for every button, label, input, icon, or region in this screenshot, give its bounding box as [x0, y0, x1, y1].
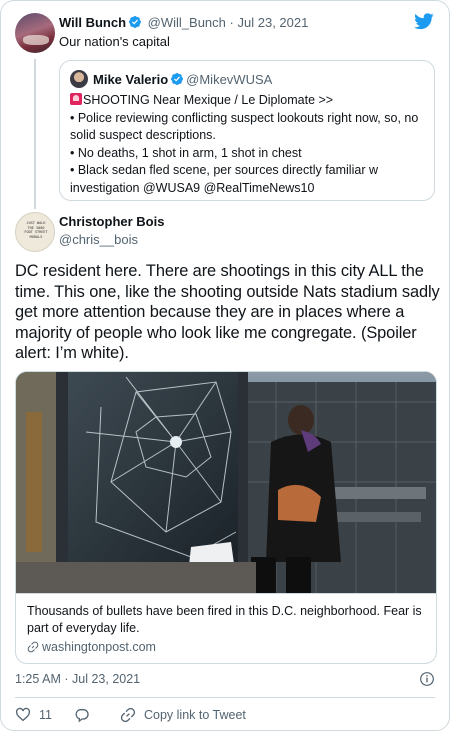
author-handle[interactable]: @chris__bois	[59, 232, 138, 247]
verified-badge-icon	[171, 73, 184, 85]
info-icon[interactable]	[419, 671, 435, 687]
avatar[interactable]	[15, 13, 55, 53]
tweet-date[interactable]: Jul 23, 2021	[238, 15, 309, 30]
link-icon	[27, 641, 39, 653]
author-name: Mike Valerio	[93, 71, 169, 87]
avatar[interactable]: JUST WALK THE 3000 FOOT STREET MURALS	[15, 212, 55, 252]
avatar-sign: JUST WALK THE 3000 FOOT STREET MURALS	[22, 221, 50, 239]
author-name[interactable]: Will Bunch	[59, 15, 126, 30]
parent-tweet-text: Our nation's capital	[59, 34, 170, 49]
quote-line: SHOOTING Near Mexique / Le Diplomate >>	[70, 92, 424, 110]
article-photo[interactable]	[16, 372, 436, 593]
link-card-text[interactable]: Thousands of bullets have been fired in …	[16, 593, 436, 663]
heart-icon	[15, 707, 31, 722]
tweet-time[interactable]: 1:25 AM	[15, 672, 61, 686]
link-icon	[120, 707, 136, 723]
tweet-timestamp[interactable]: 1:25 AM · Jul 23, 2021	[15, 672, 140, 686]
avatar-sign-line: MURALS	[29, 234, 43, 239]
avatar	[70, 70, 88, 88]
thread-connector-line	[34, 59, 36, 209]
tweet-date[interactable]: Jul 23, 2021	[72, 672, 140, 686]
quote-line: • Black sedan fled scene, per sources di…	[70, 163, 378, 195]
tweet-actions: 11 Copy link to Tweet	[15, 704, 268, 726]
quoted-tweet[interactable]: Mike Valerio @MikevWUSA SHOOTING Near Me…	[59, 60, 435, 201]
siren-emoji-icon	[70, 93, 82, 105]
parent-tweet-header: Will Bunch @Will_Bunch · Jul 23, 2021	[59, 15, 308, 30]
article-domain-text[interactable]: washingtonpost.com	[42, 640, 156, 654]
verified-badge-icon	[129, 16, 142, 28]
like-count: 11	[39, 708, 52, 722]
divider	[15, 697, 435, 698]
like-button[interactable]: 11	[15, 707, 52, 723]
quote-line-text: SHOOTING Near Mexique / Le Diplomate >>	[83, 93, 334, 107]
reply-button[interactable]	[74, 707, 98, 723]
author-name[interactable]: Christopher Bois	[59, 214, 164, 229]
twitter-logo-icon[interactable]	[413, 11, 435, 31]
separator-dot: ·	[64, 672, 69, 686]
embedded-tweet-card: Will Bunch @Will_Bunch · Jul 23, 2021 Ou…	[0, 0, 450, 731]
copy-link-button[interactable]: Copy link to Tweet	[120, 707, 246, 723]
article-title[interactable]: Thousands of bullets have been fired in …	[27, 603, 425, 637]
reply-icon	[75, 709, 89, 723]
copy-link-label[interactable]: Copy link to Tweet	[144, 708, 246, 722]
tweet-text: DC resident here. There are shootings in…	[15, 262, 440, 363]
link-preview-card[interactable]: Thousands of bullets have been fired in …	[15, 371, 437, 664]
article-domain[interactable]: washingtonpost.com	[27, 640, 425, 654]
bus-shelter-photo	[16, 372, 436, 593]
quoted-tweet-text: SHOOTING Near Mexique / Le Diplomate >> …	[70, 92, 424, 197]
avatar-sign-line: FOOT STREET	[24, 230, 48, 234]
separator-dot: ·	[229, 15, 234, 30]
author-handle: @MikevWUSA	[186, 71, 273, 87]
quote-line: • Police reviewing conflicting suspect l…	[70, 110, 419, 143]
quote-line: • No deaths, 1 shot in arm, 1 shot in ch…	[70, 145, 302, 160]
author-handle[interactable]: @Will_Bunch	[148, 15, 226, 30]
quoted-tweet-header: Mike Valerio @MikevWUSA	[70, 70, 424, 88]
